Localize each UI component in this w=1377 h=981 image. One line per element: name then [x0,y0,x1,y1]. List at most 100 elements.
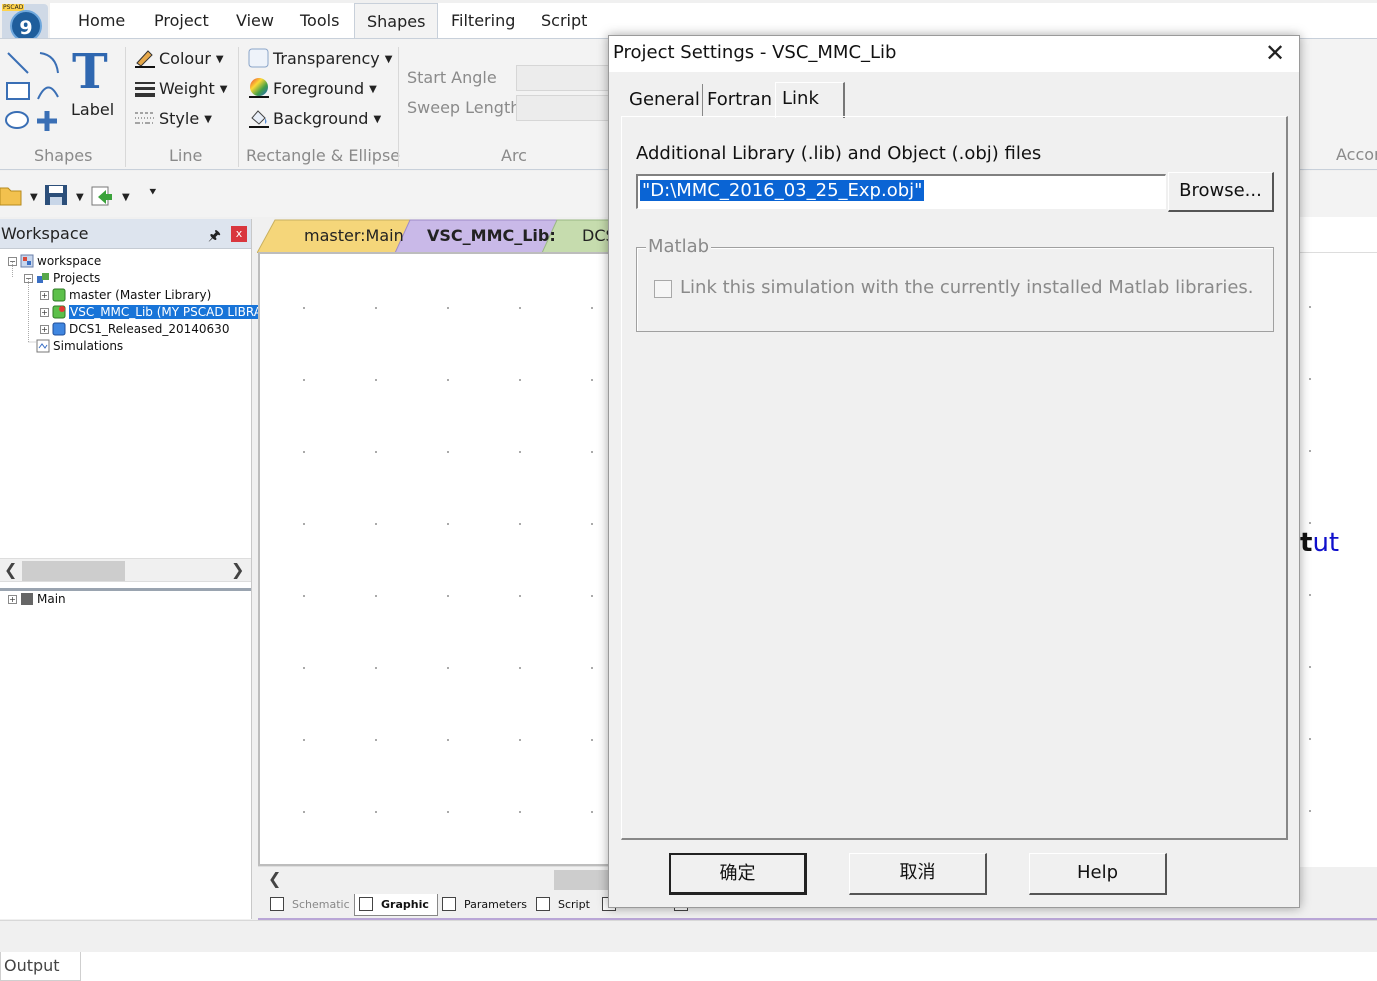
label-tool-icon[interactable]: T [72,45,108,99]
graphic-icon [359,897,373,911]
chevron-down-icon: ▼ [219,84,228,95]
case-icon [52,322,66,336]
line-style-icon [135,112,155,124]
foreground-dropdown[interactable]: Foreground ▼ [248,78,377,98]
color-wheel-icon [249,78,269,98]
project-settings-dialog: Project Settings - VSC_MMC_Lib ✕ General… [608,35,1300,908]
library-icon [52,288,66,302]
scrollbar-thumb[interactable] [554,870,614,890]
weight-dropdown[interactable]: Weight ▼ [134,78,227,98]
browse-button[interactable]: Browse... [1168,172,1274,212]
right-tab-area [1300,217,1377,253]
module-icon [21,593,33,605]
transparency-icon [248,48,269,68]
cancel-button[interactable]: 取消 [849,853,987,895]
group-separator [125,47,126,167]
ok-button[interactable]: 确定 [669,853,807,895]
expand-icon[interactable]: + [8,595,17,604]
tab-home[interactable]: Home [78,11,125,30]
group-label-line: Line [169,146,203,165]
save-icon[interactable]: ▼ [44,183,86,207]
scroll-right-icon[interactable]: ❯ [231,560,244,579]
chevron-down-icon: ▼ [373,114,382,125]
scroll-left-icon[interactable]: ❮ [268,869,281,888]
pin-icon[interactable]: 🖈 [208,225,221,249]
label-tool[interactable]: Label [71,100,114,119]
colour-label: Colour [159,49,211,68]
background-dropdown[interactable]: Background ▼ [248,108,381,128]
status-band [0,920,1377,950]
view-tab-schematic[interactable]: Schematic [270,894,350,916]
tab-filtering[interactable]: Filtering [451,11,515,30]
workspace-title: Workspace [1,224,89,243]
tab-project[interactable]: Project [154,11,209,30]
pencil-icon [135,50,155,68]
group-label-shapes: Shapes [34,146,93,165]
library-files-label: Additional Library (.lib) and Object (.o… [636,143,1042,164]
view-tab-parameters[interactable]: Parameters [442,894,527,916]
schematic-canvas[interactable] [258,252,618,866]
scroll-left-icon[interactable]: ❮ [4,560,17,579]
workspace-horizontal-scrollbar[interactable]: ❮ ❯ [0,558,251,582]
tab-tools[interactable]: Tools [300,11,339,30]
tree-item-dcs1[interactable]: + DCS1_Released_20140630 [40,321,229,337]
chevron-down-icon: ▼ [204,114,212,125]
line-weight-icon [135,82,155,97]
customize-toolbar-icon[interactable]: ⯆ [148,185,158,200]
group-separator [398,47,399,167]
canvas-component-label: tut [1300,528,1340,558]
tree-item-vsc-mmc-lib[interactable]: + VSC_MMC_Lib (MY PSCAD LIBRA [40,304,263,320]
doc-tab-vsc-mmc-lib[interactable]: VSC_MMC_Lib: [409,220,556,253]
group-label-accessories: Accor [1336,145,1377,164]
script-icon [536,897,550,911]
open-folder-icon[interactable]: ▼ [0,183,40,207]
matlab-group-label: Matlab [646,236,712,257]
style-dropdown[interactable]: Style ▼ [134,108,212,128]
paint-bucket-icon [249,110,269,128]
library-active-icon [52,305,66,319]
tree-item-master[interactable]: + master (Master Library) [40,287,211,303]
tab-script[interactable]: Script [541,11,587,30]
tree-item-main[interactable]: + Main [8,591,66,607]
library-files-input[interactable]: "D:\MMC_2016_03_25_Exp.obj" [636,174,1166,209]
output-strip [81,952,1377,981]
sweep-length-input [516,95,612,121]
svg-text:▼: ▼ [122,192,130,203]
output-tab[interactable]: Output [0,952,81,981]
tab-general[interactable]: General [627,84,703,116]
export-icon[interactable]: ▼ [90,183,134,207]
ribbon-tab-strip: Home Project View Tools Shapes Filtering… [50,3,1377,40]
matlab-link-checkbox[interactable] [654,280,672,298]
view-tab-graphic[interactable]: Graphic [354,894,438,916]
parameters-icon [442,897,456,911]
colour-dropdown[interactable]: Colour ▼ [134,48,224,68]
canvas-right-visible [1300,253,1377,867]
tab-fortran[interactable]: Fortran [705,84,774,116]
dialog-titlebar[interactable]: Project Settings - VSC_MMC_Lib ✕ [609,36,1299,72]
schematic-icon [270,897,284,911]
canvas-horizontal-scrollbar[interactable]: ❮ [258,866,618,892]
tab-link[interactable]: Link [775,82,845,118]
group-separator [238,47,239,167]
svg-text:▼: ▼ [30,192,38,203]
workspace-header: Workspace 🖈 x [0,219,251,249]
transparency-dropdown[interactable]: Transparency ▼ [248,48,392,68]
help-button[interactable]: Help [1029,853,1167,895]
close-icon[interactable]: x [231,226,247,242]
document-tabs: master:Main VSC_MMC_Lib: DCS [257,219,617,253]
shape-tools-icons[interactable] [4,47,64,133]
close-icon[interactable]: ✕ [1265,40,1285,66]
tab-shapes[interactable]: Shapes [354,3,439,40]
tab-view[interactable]: View [236,11,274,30]
view-tab-script[interactable]: Script [536,894,590,916]
group-label-rectangle-ellipse: Rectangle & Ellipse [246,146,401,165]
link-tab-panel: Additional Library (.lib) and Object (.o… [621,116,1288,840]
tree-lines [12,262,36,343]
dialog-title: Project Settings - VSC_MMC_Lib [613,42,897,63]
chevron-down-icon: ▼ [384,54,393,65]
group-label-arc: Arc [501,146,527,165]
scrollbar-thumb[interactable] [22,561,125,581]
foreground-label: Foreground [273,79,365,98]
transparency-label: Transparency [273,49,380,68]
doc-tab-master-main[interactable]: master:Main [286,220,404,253]
